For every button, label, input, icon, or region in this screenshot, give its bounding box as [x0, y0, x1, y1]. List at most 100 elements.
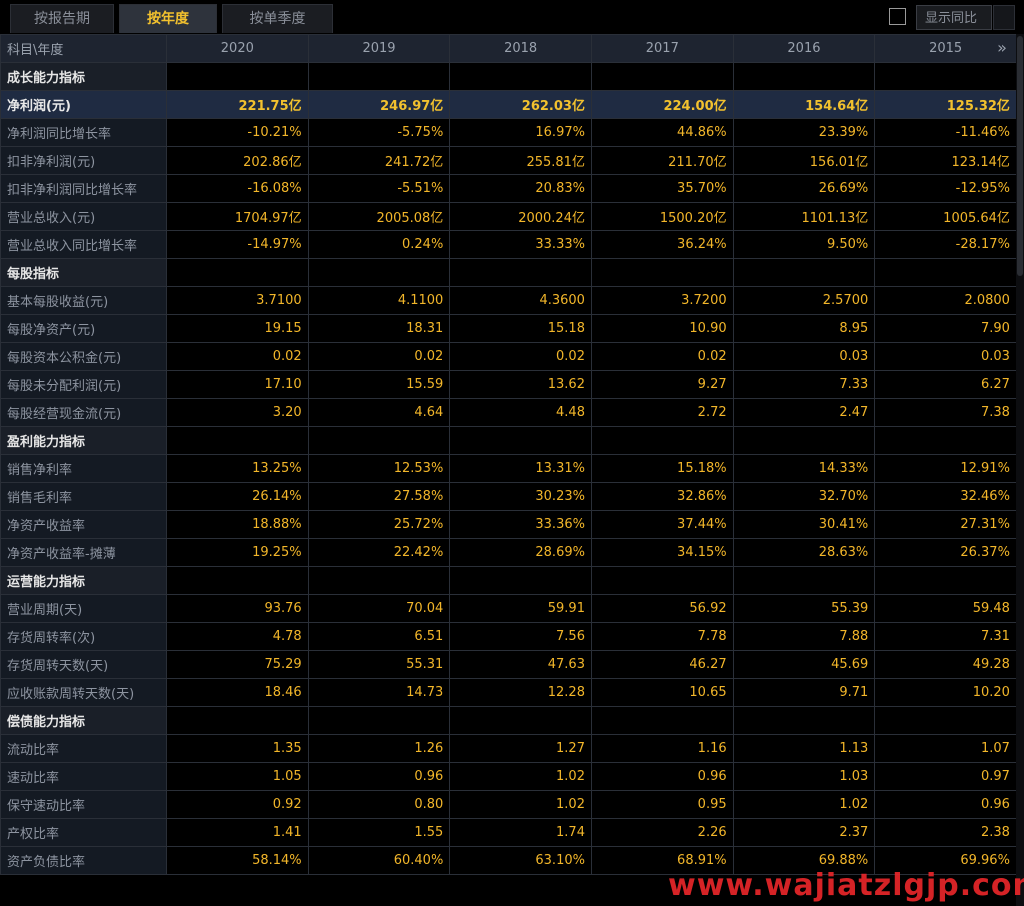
value-cell: 0.03	[732, 342, 876, 371]
header-year[interactable]: 2019	[307, 34, 451, 63]
value-cell: 2.37	[732, 818, 876, 847]
value-cell: 17.10	[166, 370, 309, 399]
row-label[interactable]: 产权比率	[0, 818, 167, 847]
table-row: 净资产收益率-摊薄 19.25% 22.42% 28.69% 34.15% 28.63% 2…	[0, 538, 1017, 567]
value-cell: 0.02	[449, 342, 592, 371]
value-cell: 26.14%	[166, 482, 309, 511]
empty-cell	[590, 706, 734, 735]
table-row: 净利润(元) 221.75亿 246.97亿 262.03亿 224.00亿 154.64…	[0, 90, 1017, 119]
row-label[interactable]: 销售毛利率	[0, 482, 167, 511]
value-cell: 1.03	[732, 762, 876, 791]
value-cell: 70.04	[307, 594, 451, 623]
value-cell: 59.48	[874, 594, 1017, 623]
value-cell: 2.26	[590, 818, 734, 847]
row-label[interactable]: 每股资本公积金(元)	[0, 342, 167, 371]
header-year[interactable]: 2018	[449, 34, 592, 63]
value-cell: 0.02	[166, 342, 309, 371]
value-cell: 4.78	[166, 622, 309, 651]
value-cell: -10.21%	[166, 118, 309, 147]
value-cell: 56.92	[590, 594, 734, 623]
row-label[interactable]: 存货周转天数(天)	[0, 650, 167, 679]
value-cell: 93.76	[166, 594, 309, 623]
value-cell: 1.16	[590, 734, 734, 763]
tab-by-report-period[interactable]: 按报告期	[10, 4, 114, 33]
row-label[interactable]: 基本每股收益(元)	[0, 286, 167, 315]
value-cell: 9.50%	[732, 230, 876, 259]
row-label[interactable]: 每股经营现金流(元)	[0, 398, 167, 427]
header-year[interactable]: 2016	[732, 34, 876, 63]
tab-by-year[interactable]: 按年度	[119, 4, 217, 33]
double-chevron-right-icon[interactable]: »	[993, 38, 1011, 58]
value-cell: 35.70%	[590, 174, 734, 203]
empty-cell	[874, 426, 1017, 455]
row-label[interactable]: 保守速动比率	[0, 790, 167, 819]
value-cell: 45.69	[732, 650, 876, 679]
value-cell: 16.97%	[449, 118, 592, 147]
value-cell: 0.97	[874, 762, 1017, 791]
section-title: 成长能力指标	[0, 62, 167, 91]
value-cell: 1.02	[449, 790, 592, 819]
value-cell: -28.17%	[874, 230, 1017, 259]
row-label[interactable]: 净资产收益率	[0, 510, 167, 539]
value-cell: 55.39	[732, 594, 876, 623]
value-cell: 26.69%	[732, 174, 876, 203]
value-cell: 4.64	[307, 398, 451, 427]
value-cell: 37.44%	[590, 510, 734, 539]
row-label[interactable]: 销售净利率	[0, 454, 167, 483]
value-cell: 32.70%	[732, 482, 876, 511]
row-label[interactable]: 营业周期(天)	[0, 594, 167, 623]
row-label[interactable]: 扣非净利润(元)	[0, 146, 167, 175]
value-cell: 1.35	[166, 734, 309, 763]
value-cell: -11.46%	[874, 118, 1017, 147]
header-subject-year: 科目\年度	[0, 34, 167, 63]
value-cell: 9.71	[732, 678, 876, 707]
value-cell: 1.02	[449, 762, 592, 791]
value-cell: -5.75%	[307, 118, 451, 147]
empty-cell	[874, 258, 1017, 287]
value-cell: 12.53%	[307, 454, 451, 483]
value-cell: 12.28	[449, 678, 592, 707]
empty-cell	[590, 426, 734, 455]
table-row: 应收账款周转天数(天) 18.46 14.73 12.28 10.65 9.71 10.20	[0, 678, 1017, 707]
value-cell: 1.27	[449, 734, 592, 763]
value-cell: 156.01亿	[732, 146, 876, 175]
value-cell: 0.96	[307, 762, 451, 791]
row-label[interactable]: 净利润(元)	[0, 90, 167, 119]
value-cell: 36.24%	[590, 230, 734, 259]
value-cell: 32.46%	[874, 482, 1017, 511]
row-label[interactable]: 扣非净利润同比增长率	[0, 174, 167, 203]
header-year[interactable]: 2017	[590, 34, 734, 63]
row-label[interactable]: 流动比率	[0, 734, 167, 763]
value-cell: 32.86%	[590, 482, 734, 511]
tab-by-quarter[interactable]: 按单季度	[222, 4, 333, 33]
row-label[interactable]: 每股净资产(元)	[0, 314, 167, 343]
show-yoy-button[interactable]: 显示同比	[916, 5, 992, 30]
header-year[interactable]: 2020	[166, 34, 309, 63]
row-label[interactable]: 净资产收益率-摊薄	[0, 538, 167, 567]
table-row: 基本每股收益(元) 3.7100 4.1100 4.3600 3.7200 2.5700 2…	[0, 286, 1017, 315]
value-cell: 1.55	[307, 818, 451, 847]
value-cell: 27.58%	[307, 482, 451, 511]
value-cell: 1.07	[874, 734, 1017, 763]
table-body: 成长能力指标 净利润(元) 221.75亿 246.97亿 262.03亿 224.00亿…	[0, 62, 1017, 875]
empty-cell	[732, 706, 876, 735]
row-label[interactable]: 存货周转率(次)	[0, 622, 167, 651]
row-label[interactable]: 净利润同比增长率	[0, 118, 167, 147]
value-cell: 49.28	[874, 650, 1017, 679]
table-row: 扣非净利润同比增长率 -16.08% -5.51% 20.83% 35.70% 26.69…	[0, 174, 1017, 203]
section-title: 每股指标	[0, 258, 167, 287]
value-cell: 221.75亿	[166, 90, 309, 119]
row-label[interactable]: 营业总收入同比增长率	[0, 230, 167, 259]
value-cell: 1005.64亿	[874, 202, 1017, 231]
value-cell: 1101.13亿	[732, 202, 876, 231]
row-label[interactable]: 营业总收入(元)	[0, 202, 167, 231]
row-label[interactable]: 速动比率	[0, 762, 167, 791]
empty-cell	[449, 258, 592, 287]
show-yoy-checkbox[interactable]	[889, 8, 906, 25]
row-label[interactable]: 每股未分配利润(元)	[0, 370, 167, 399]
scrollbar-thumb[interactable]	[1017, 36, 1023, 276]
row-label[interactable]: 资产负债比率	[0, 846, 167, 875]
value-cell: 224.00亿	[590, 90, 734, 119]
vertical-scrollbar[interactable]	[1016, 34, 1024, 906]
row-label[interactable]: 应收账款周转天数(天)	[0, 678, 167, 707]
